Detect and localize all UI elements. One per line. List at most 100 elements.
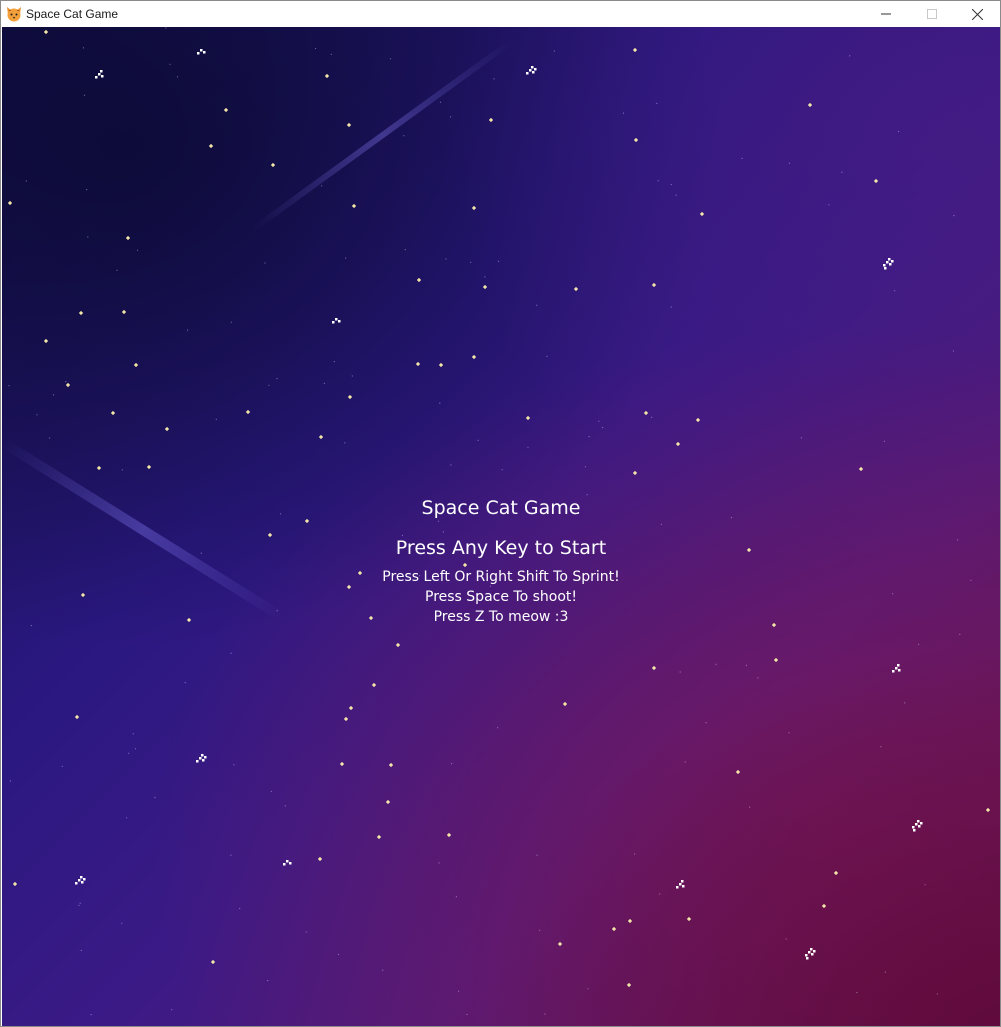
star xyxy=(462,562,468,568)
sparkle xyxy=(75,876,86,885)
speck xyxy=(184,682,186,684)
close-button[interactable] xyxy=(954,1,1000,27)
star xyxy=(562,701,568,707)
star xyxy=(43,29,49,35)
speck xyxy=(527,446,529,448)
speck xyxy=(83,94,86,96)
speck xyxy=(544,1013,546,1015)
speck xyxy=(670,183,672,186)
speck xyxy=(36,414,38,416)
star xyxy=(371,682,377,688)
speck xyxy=(154,796,156,799)
star xyxy=(773,657,779,663)
star xyxy=(415,361,421,367)
window-title: Space Cat Game xyxy=(26,7,119,21)
speck xyxy=(323,382,325,384)
speck xyxy=(87,236,89,238)
speck xyxy=(86,189,88,191)
speck xyxy=(785,938,787,940)
speck xyxy=(745,664,748,667)
close-icon xyxy=(971,8,983,20)
speck xyxy=(894,290,896,292)
speck xyxy=(470,261,472,263)
speck xyxy=(128,752,130,754)
star xyxy=(651,282,657,288)
speck xyxy=(657,180,659,182)
speck xyxy=(828,204,830,206)
game-canvas[interactable]: Space Cat Game Press Any Key to Start Pr… xyxy=(2,27,1000,1026)
speck xyxy=(382,969,384,971)
speck xyxy=(670,306,672,308)
star xyxy=(651,665,657,671)
speck xyxy=(30,625,32,627)
sparkle xyxy=(197,49,206,55)
star xyxy=(110,410,116,416)
star xyxy=(121,309,127,315)
speck xyxy=(437,520,440,522)
star xyxy=(873,178,879,184)
speck xyxy=(61,765,63,767)
star xyxy=(633,137,639,143)
star xyxy=(807,102,813,108)
star xyxy=(146,464,152,470)
star xyxy=(416,277,422,283)
speck xyxy=(389,58,392,60)
star xyxy=(324,73,330,79)
speck xyxy=(651,416,653,418)
speck xyxy=(134,748,137,750)
speck xyxy=(501,469,503,471)
star xyxy=(821,903,827,909)
speck xyxy=(230,854,232,856)
speck xyxy=(800,437,803,439)
speck xyxy=(169,63,171,65)
star xyxy=(833,870,839,876)
star xyxy=(686,916,692,922)
speck xyxy=(898,130,900,133)
speck xyxy=(757,677,759,679)
star xyxy=(573,286,579,292)
speck xyxy=(233,764,235,766)
speck xyxy=(80,949,82,952)
speck xyxy=(330,53,332,55)
speck xyxy=(268,384,270,386)
speck xyxy=(484,276,486,278)
speck xyxy=(602,426,604,429)
title-bar[interactable]: Space Cat Game xyxy=(1,1,1000,27)
sparkle xyxy=(676,880,685,889)
cat-face-icon xyxy=(6,6,22,22)
star xyxy=(471,205,477,211)
speck xyxy=(788,732,790,734)
speck xyxy=(679,671,681,673)
maximize-icon xyxy=(927,9,937,19)
speck xyxy=(884,971,886,973)
sparkle xyxy=(805,948,816,960)
speck xyxy=(337,953,339,956)
speck xyxy=(276,378,278,380)
star xyxy=(223,107,229,113)
speck xyxy=(788,162,791,164)
star xyxy=(525,415,531,421)
speck xyxy=(264,262,266,264)
sparkle xyxy=(332,318,341,324)
speck xyxy=(270,790,272,793)
speck xyxy=(48,437,51,439)
speck xyxy=(404,249,406,251)
speck xyxy=(458,990,460,992)
speck xyxy=(187,329,189,331)
star xyxy=(7,200,13,206)
speck xyxy=(553,50,555,52)
speck xyxy=(25,180,27,182)
speck xyxy=(634,853,636,855)
minimize-button[interactable] xyxy=(863,1,909,27)
star xyxy=(482,284,488,290)
sparkle xyxy=(912,820,923,832)
star xyxy=(985,807,991,813)
speck xyxy=(588,436,590,438)
star xyxy=(270,162,276,168)
star xyxy=(632,47,638,53)
star xyxy=(376,834,382,840)
game-title: Space Cat Game xyxy=(421,497,581,519)
star xyxy=(488,117,494,123)
speck xyxy=(656,102,658,104)
maximize-button[interactable] xyxy=(909,1,955,27)
